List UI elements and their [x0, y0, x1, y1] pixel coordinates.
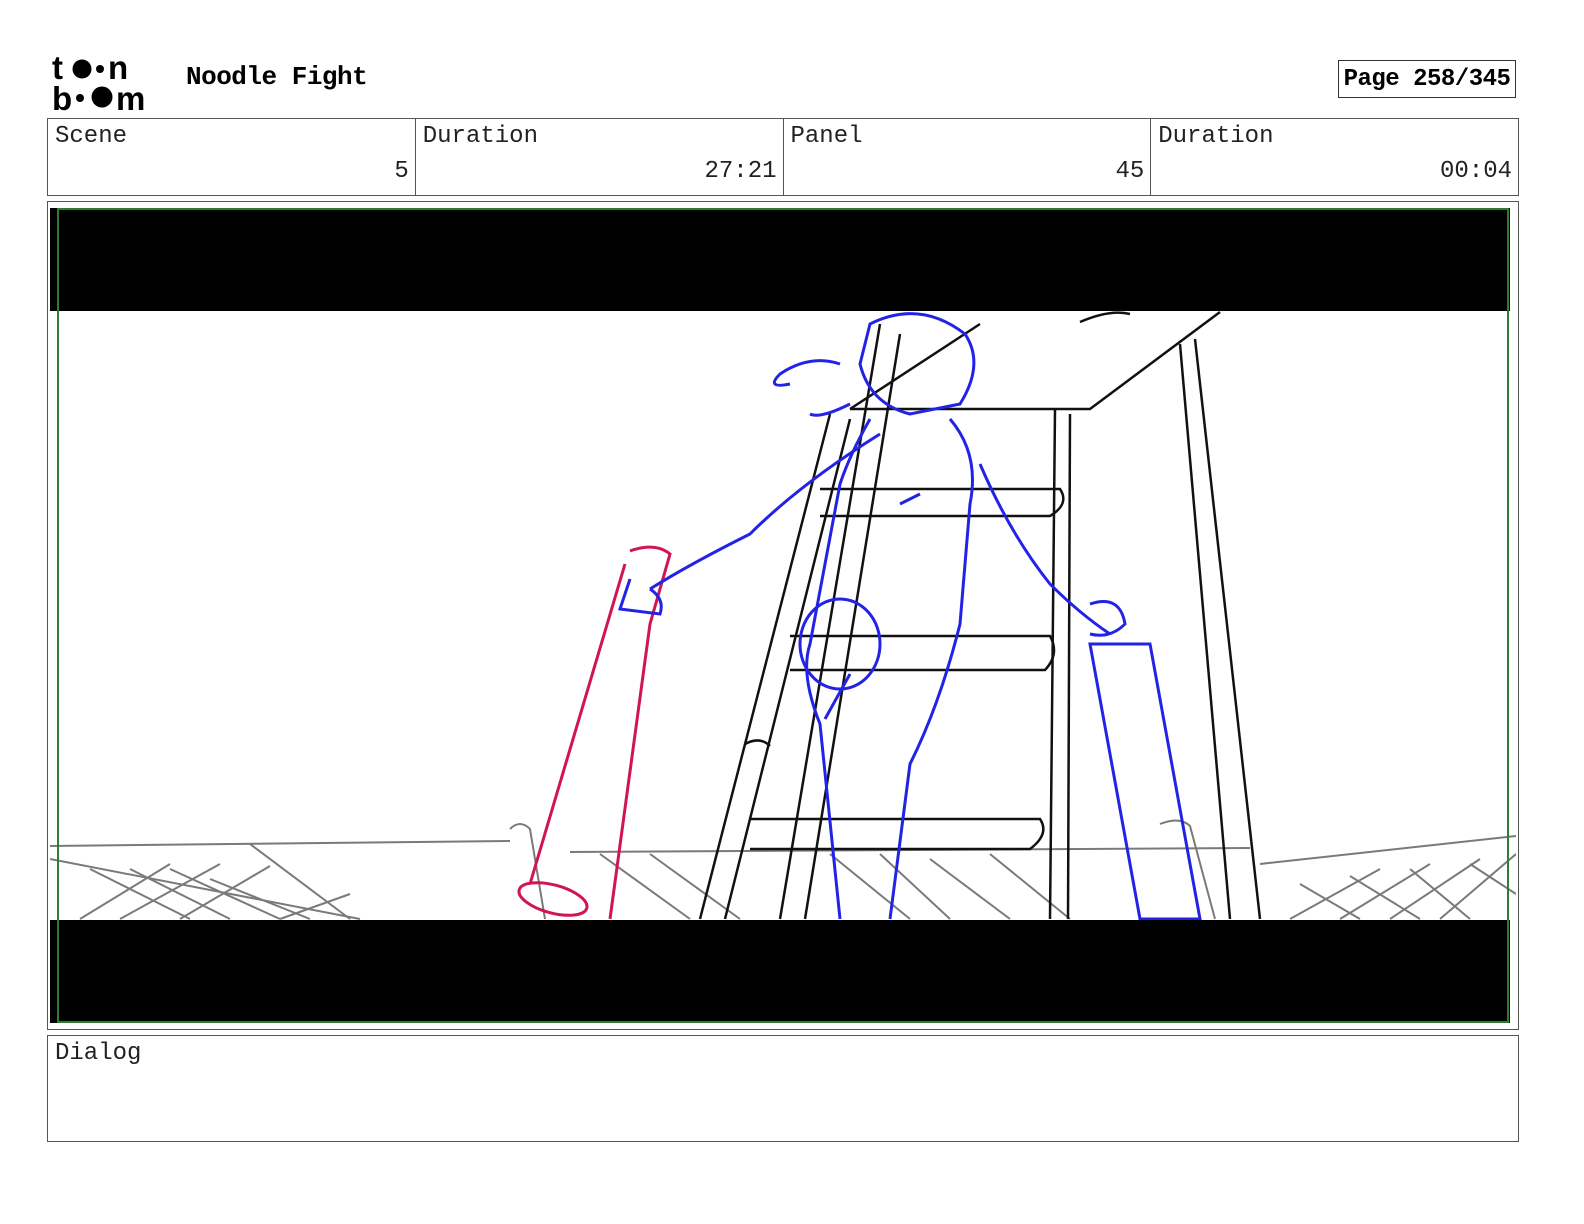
letterbox-top	[50, 208, 1510, 311]
panel-cell: Panel 45	[784, 119, 1152, 195]
storyboard-panel-image	[50, 204, 1516, 1027]
scene-value: 5	[394, 158, 409, 185]
project-title: Noodle Fight	[186, 62, 368, 92]
toon-boom-logo: t n b m	[52, 50, 145, 114]
scene-duration-label: Duration	[422, 123, 538, 150]
scene-duration-value: 27:21	[704, 158, 777, 185]
page-indicator: Page 258/345	[1338, 60, 1516, 98]
dialog-label: Dialog	[55, 1040, 142, 1067]
panel-info-row: Scene 5 Duration 27:21 Panel 45 Duration…	[47, 118, 1519, 196]
scene-label: Scene	[55, 123, 128, 150]
scene-cell: Scene 5	[48, 119, 416, 195]
panel-duration-label: Duration	[1158, 123, 1274, 150]
panel-duration-cell: Duration 00:04	[1151, 119, 1518, 195]
page-label: Page 258/345	[1343, 65, 1511, 93]
panel-duration-value: 00:04	[1439, 158, 1512, 185]
panel-label: Panel	[790, 123, 863, 150]
svg-text:b: b	[52, 80, 72, 114]
svg-text:m: m	[116, 80, 145, 114]
scene-duration-cell: Duration 27:21	[416, 119, 784, 195]
panel-value: 45	[1115, 158, 1145, 185]
letterbox-bottom	[50, 920, 1510, 1023]
dialog-box: Dialog	[47, 1035, 1519, 1142]
